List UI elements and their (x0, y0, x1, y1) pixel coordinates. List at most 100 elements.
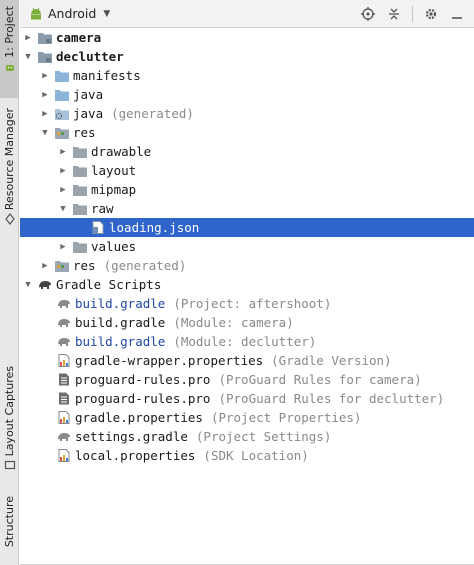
tab-project[interactable]: 1: Project (0, 0, 19, 98)
tree-item-loading-json[interactable]: loading.json (20, 218, 474, 237)
tree-item-local-properties[interactable]: local.properties (SDK Location) (20, 446, 474, 465)
hide-icon (452, 17, 462, 19)
view-selector-label: Android (48, 6, 97, 21)
tree-item-hint: (Project: aftershoot) (173, 296, 332, 311)
collapse-all-button[interactable] (383, 3, 405, 25)
resource-folder-icon (55, 259, 69, 272)
folder-icon (73, 240, 87, 253)
expand-arrow-icon[interactable]: ▶ (58, 147, 68, 157)
collapse-all-icon (389, 8, 399, 20)
expand-arrow-icon[interactable]: ▶ (40, 71, 50, 81)
tree-item-build-gradle-project[interactable]: build.gradle (Project: aftershoot) (20, 294, 474, 313)
view-selector[interactable]: Android ▼ (29, 6, 110, 21)
tree-item-label: res (73, 125, 96, 140)
android-icon (31, 7, 41, 20)
tree-item-layout[interactable]: ▶ layout (20, 161, 474, 180)
tree-item-label: Gradle Scripts (56, 277, 162, 292)
tree-item-label: loading.json (109, 220, 200, 235)
tab-resource-manager-label: Resource Manager (3, 108, 16, 211)
tree-item-label: proguard-rules.pro (75, 372, 211, 387)
tree-item-gradle-wrapper-properties[interactable]: gradle-wrapper.properties (Gradle Versio… (20, 351, 474, 370)
tab-resource-manager[interactable]: Resource Manager (0, 108, 19, 232)
properties-file-icon (57, 449, 71, 462)
expand-arrow-icon[interactable]: ▶ (58, 166, 68, 176)
project-toolbar: Android ▼ (20, 0, 474, 28)
tree-item-hint: (Gradle Version) (271, 353, 392, 368)
tree-item-camera[interactable]: ▶ camera (20, 28, 474, 47)
tree-item-settings-gradle[interactable]: settings.gradle (Project Settings) (20, 427, 474, 446)
tree-item-proguard-camera[interactable]: proguard-rules.pro (ProGuard Rules for c… (20, 370, 474, 389)
tree-item-java[interactable]: ▶ java (20, 85, 474, 104)
json-file-icon (91, 221, 105, 234)
capture-icon (4, 461, 15, 470)
tree-item-label: mipmap (91, 182, 137, 197)
folder-icon (73, 145, 87, 158)
locate-icon (361, 7, 375, 21)
tree-item-label: build.gradle (75, 334, 166, 349)
expand-arrow-icon[interactable]: ▶ (58, 242, 68, 252)
collapse-arrow-icon[interactable]: ▼ (40, 128, 50, 138)
expand-arrow-icon[interactable]: ▶ (58, 185, 68, 195)
module-folder-icon (38, 50, 52, 63)
tree-item-res-generated[interactable]: ▶ res (generated) (20, 256, 474, 275)
tree-item-java-generated[interactable]: ▶ java (generated) (20, 104, 474, 123)
tree-item-label: res (73, 258, 96, 273)
tab-layout-captures-label: Layout Captures (3, 366, 16, 457)
tree-item-hint: (Project Settings) (195, 429, 332, 444)
expand-arrow-icon[interactable]: ▶ (23, 33, 33, 43)
tab-structure[interactable]: Structure (0, 496, 19, 560)
tree-item-res[interactable]: ▼ res (20, 123, 474, 142)
tree-item-label: gradle.properties (75, 410, 203, 425)
tree-item-raw[interactable]: ▼ raw (20, 199, 474, 218)
module-folder-icon (38, 31, 52, 44)
properties-file-icon (57, 354, 71, 367)
tree-item-manifests[interactable]: ▶ manifests (20, 66, 474, 85)
tree-item-label: raw (91, 201, 114, 216)
tree-item-gradle-properties[interactable]: gradle.properties (Project Properties) (20, 408, 474, 427)
collapse-arrow-icon[interactable]: ▼ (58, 204, 68, 214)
tree-item-build-gradle-camera[interactable]: build.gradle (Module: camera) (20, 313, 474, 332)
properties-file-icon (57, 411, 71, 424)
tree-item-proguard-declutter[interactable]: proguard-rules.pro (ProGuard Rules for d… (20, 389, 474, 408)
tree-item-label: java (73, 87, 104, 102)
tree-item-values[interactable]: ▶ values (20, 237, 474, 256)
tree-item-declutter[interactable]: ▼ declutter (20, 47, 474, 66)
folder-icon (55, 88, 69, 101)
collapse-arrow-icon[interactable]: ▼ (23, 280, 33, 290)
tree-item-hint: (SDK Location) (203, 448, 309, 463)
tree-item-label: layout (91, 163, 137, 178)
expand-arrow-icon[interactable]: ▶ (40, 90, 50, 100)
gradle-elephant-icon (57, 430, 71, 443)
gradle-elephant-icon (38, 278, 52, 291)
expand-arrow-icon[interactable]: ▶ (40, 261, 50, 271)
folder-icon (55, 69, 69, 82)
expand-arrow-icon[interactable]: ▶ (40, 109, 50, 119)
tab-layout-captures[interactable]: Layout Captures (0, 366, 19, 476)
folder-icon (73, 202, 87, 215)
toolbar-divider (412, 6, 413, 22)
tree-item-hint: (ProGuard Rules for declutter) (218, 391, 445, 406)
locate-button[interactable] (357, 3, 379, 25)
settings-button[interactable] (420, 3, 442, 25)
chevron-down-icon: ▼ (103, 8, 111, 19)
gear-icon (425, 8, 437, 20)
collapse-arrow-icon[interactable]: ▼ (23, 52, 33, 62)
gradle-elephant-icon (57, 316, 71, 329)
tree-item-drawable[interactable]: ▶ drawable (20, 142, 474, 161)
gradle-elephant-icon (57, 335, 71, 348)
tree-item-hint: (generated) (103, 258, 187, 273)
tree-item-label: gradle-wrapper.properties (75, 353, 264, 368)
tree-item-label: declutter (56, 49, 124, 64)
tree-item-hint: (generated) (111, 106, 194, 121)
resource-icon (4, 213, 15, 226)
folder-icon (73, 164, 87, 177)
tree-item-label: manifests (73, 68, 141, 83)
hide-button[interactable] (446, 3, 468, 25)
tree-item-mipmap[interactable]: ▶ mipmap (20, 180, 474, 199)
tree-item-gradle-scripts[interactable]: ▼ Gradle Scripts (20, 275, 474, 294)
tree-item-hint: (ProGuard Rules for camera) (218, 372, 422, 387)
text-file-icon (57, 373, 71, 386)
android-icon (5, 64, 14, 71)
tree-item-label: drawable (91, 144, 152, 159)
tree-item-build-gradle-declutter[interactable]: build.gradle (Module: declutter) (20, 332, 474, 351)
